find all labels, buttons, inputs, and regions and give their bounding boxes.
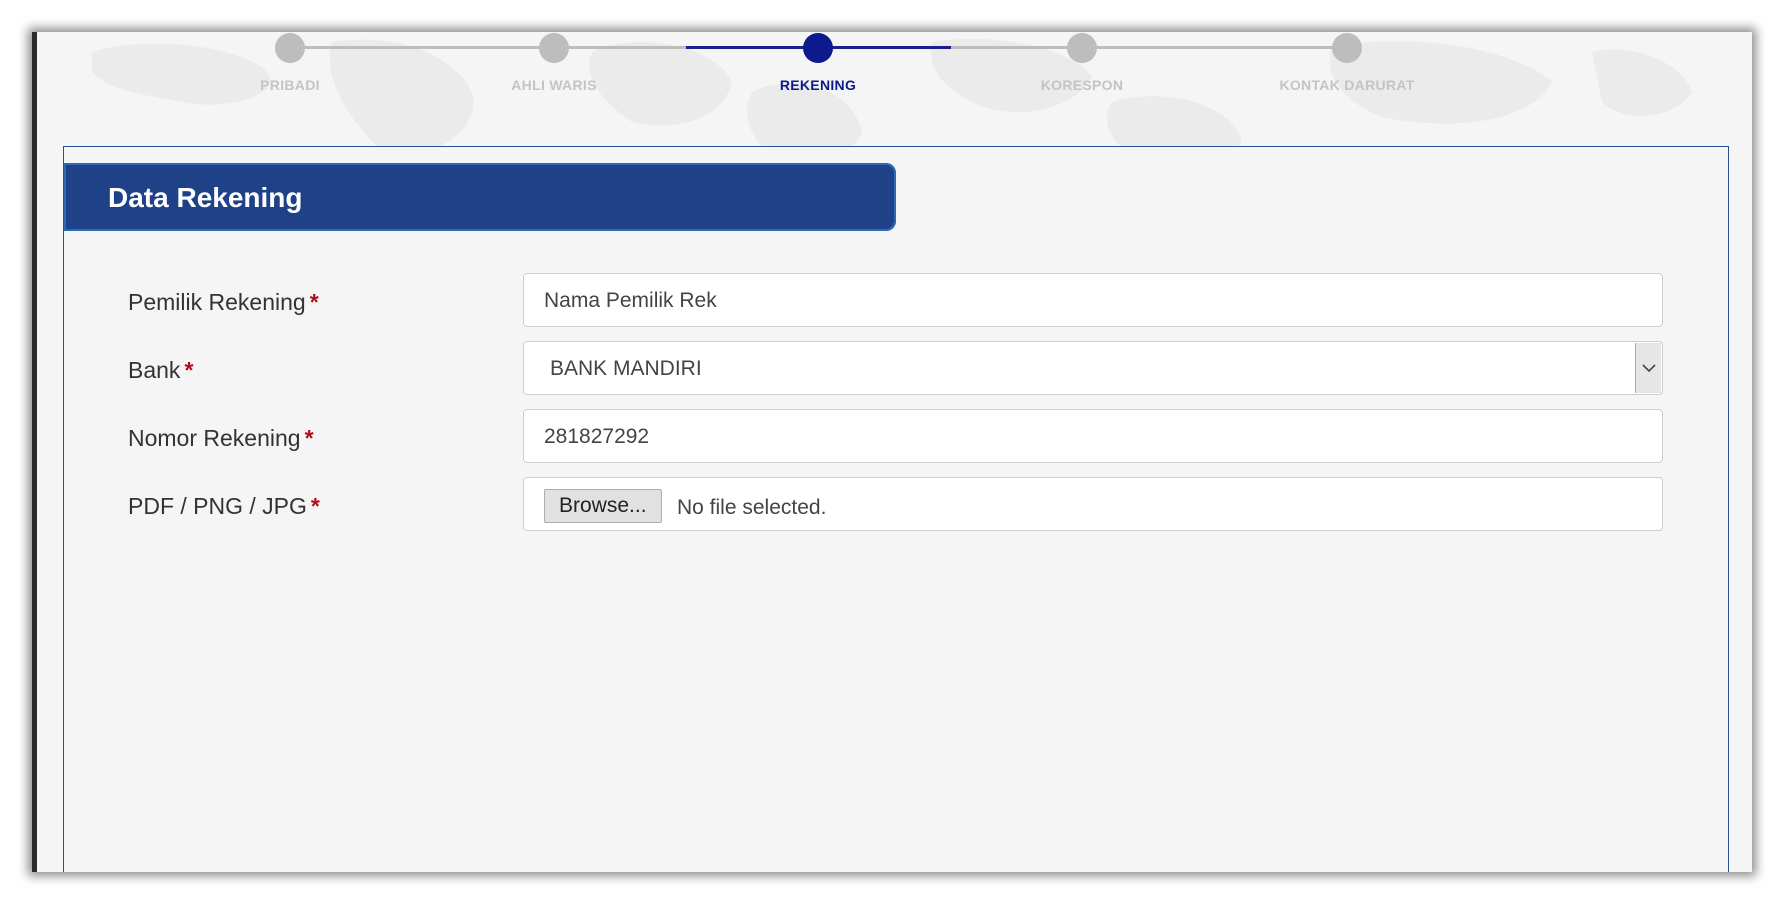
- step-label-kontak-darurat[interactable]: KONTAK DARURAT: [1247, 77, 1447, 93]
- panel-title: Data Rekening: [108, 182, 303, 213]
- bank-select[interactable]: BANK MANDIRI: [523, 341, 1663, 395]
- step-dot-ahli-waris[interactable]: [539, 33, 569, 63]
- progress-stepper: PRIBADI AHLI WARIS REKENING KORESPON KON…: [32, 32, 1752, 142]
- required-mark: *: [304, 425, 314, 451]
- account-number-input[interactable]: 281827292: [523, 409, 1663, 463]
- bank-row: Bank * BANK MANDIRI: [64, 341, 1728, 397]
- chevron-down-icon[interactable]: [1635, 343, 1661, 393]
- account-number-label: Nomor Rekening *: [128, 425, 314, 452]
- owner-label-text: Pemilik Rekening: [128, 289, 306, 315]
- bank-select-value: BANK MANDIRI: [550, 357, 702, 380]
- data-rekening-panel: Data Rekening Pemilik Rekening * Nama Pem…: [63, 146, 1729, 872]
- file-input[interactable]: Browse... No file selected.: [523, 477, 1663, 531]
- file-upload-row: PDF / PNG / JPG * Browse... No file selec…: [64, 477, 1728, 533]
- step-dot-kontak-darurat[interactable]: [1332, 33, 1362, 63]
- step-label-rekening[interactable]: REKENING: [718, 77, 918, 93]
- panel-header: Data Rekening: [64, 163, 896, 231]
- step-label-pribadi[interactable]: PRIBADI: [190, 77, 390, 93]
- browse-button[interactable]: Browse...: [544, 489, 662, 523]
- required-mark: *: [184, 357, 194, 383]
- step-dot-rekening[interactable]: [803, 33, 833, 63]
- step-dot-pribadi[interactable]: [275, 33, 305, 63]
- required-mark: *: [309, 289, 319, 315]
- step-label-ahli-waris[interactable]: AHLI WARIS: [454, 77, 654, 93]
- owner-label: Pemilik Rekening *: [128, 289, 319, 316]
- owner-row: Pemilik Rekening * Nama Pemilik Rek: [64, 273, 1728, 329]
- file-label-text: PDF / PNG / JPG: [128, 493, 307, 519]
- required-mark: *: [310, 493, 320, 519]
- app-frame: PRIBADI AHLI WARIS REKENING KORESPON KON…: [32, 32, 1752, 872]
- account-number-input-value: 281827292: [544, 425, 650, 448]
- owner-input-value: Nama Pemilik Rek: [544, 289, 717, 312]
- step-dot-korespon[interactable]: [1067, 33, 1097, 63]
- account-number-label-text: Nomor Rekening: [128, 425, 301, 451]
- file-status: No file selected.: [677, 496, 827, 519]
- file-label: PDF / PNG / JPG *: [128, 493, 320, 520]
- account-number-row: Nomor Rekening * 281827292: [64, 409, 1728, 465]
- bank-label-text: Bank: [128, 357, 181, 383]
- step-label-korespon[interactable]: KORESPON: [982, 77, 1182, 93]
- bank-label: Bank *: [128, 357, 193, 384]
- owner-input[interactable]: Nama Pemilik Rek: [523, 273, 1663, 327]
